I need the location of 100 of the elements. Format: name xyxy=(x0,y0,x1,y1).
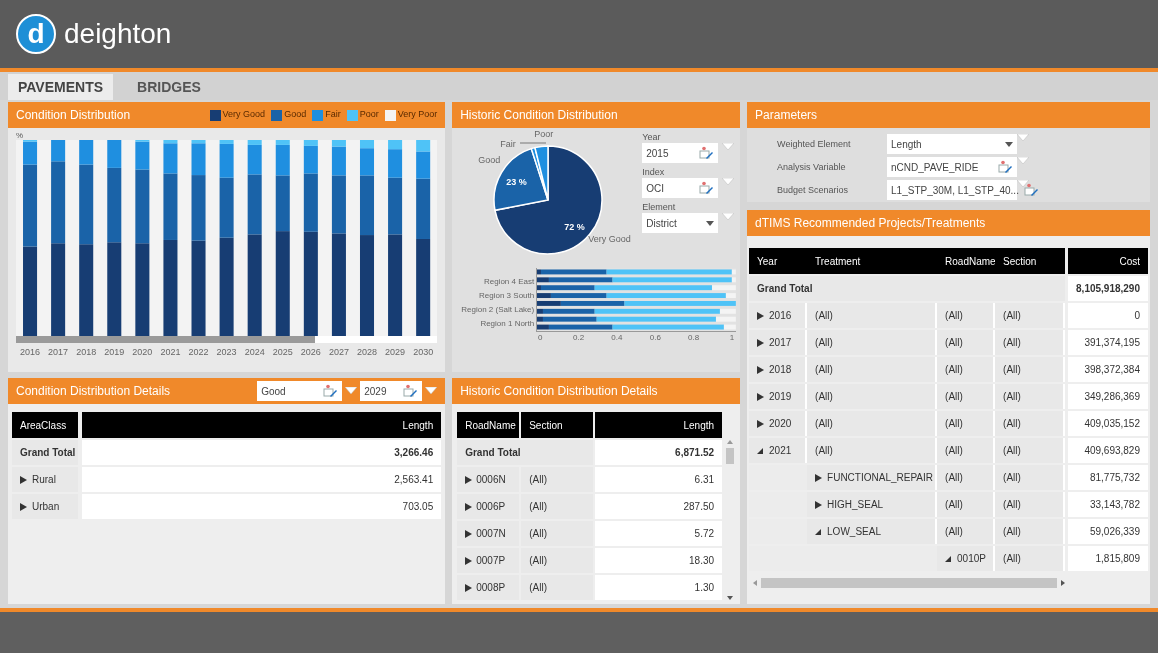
column-header[interactable]: RoadName xyxy=(457,412,520,438)
leader-line xyxy=(520,142,547,144)
filter-field[interactable]: 2029 xyxy=(360,381,423,401)
tab[interactable]: PAVEMENTS xyxy=(8,74,114,100)
expand-caret-icon[interactable] xyxy=(757,365,765,374)
table-cell: 81,775,732 xyxy=(1068,465,1148,490)
row-header[interactable]: Urban xyxy=(12,494,78,519)
edit-icon[interactable] xyxy=(698,146,715,160)
row-header[interactable]: 2018 xyxy=(749,357,808,382)
scroll-up-icon xyxy=(727,440,734,444)
legend-label: Very Poor xyxy=(397,108,438,122)
table-cell: (All) xyxy=(521,575,594,600)
edit-icon[interactable] xyxy=(997,160,1014,174)
expand-caret-icon[interactable] xyxy=(815,500,823,509)
expand-caret-icon[interactable] xyxy=(757,419,765,428)
axis-label: 2017 xyxy=(47,346,70,359)
edit-icon[interactable] xyxy=(698,181,715,195)
tab[interactable]: BRIDGES xyxy=(127,74,211,100)
table-cell: 703.05 xyxy=(82,494,442,519)
dropdown-arrow-icon[interactable] xyxy=(1017,180,1030,188)
scrollbar-thumb[interactable] xyxy=(761,578,1058,588)
logo: d xyxy=(16,14,56,54)
expand-caret-icon[interactable] xyxy=(757,311,765,320)
row-header[interactable]: 2019 xyxy=(749,384,808,409)
scroll-down-icon xyxy=(727,596,734,600)
table-cell: (All) xyxy=(807,411,938,436)
expand-caret-icon[interactable] xyxy=(20,475,27,484)
table-cell: 391,374,195 xyxy=(1068,330,1148,355)
expand-caret-icon[interactable] xyxy=(815,473,823,482)
row-header[interactable]: 2020 xyxy=(749,411,808,436)
expand-caret-icon[interactable] xyxy=(757,338,765,347)
row-header[interactable]: 0007N xyxy=(457,521,520,546)
dropdown-field[interactable]: Length xyxy=(887,134,1018,154)
row-header[interactable]: 0006P xyxy=(457,494,520,519)
axis-label: 2023 xyxy=(215,346,238,359)
row-header[interactable]: 0006N xyxy=(457,467,520,492)
row-header[interactable]: 2016 xyxy=(749,303,808,328)
dropdown-arrow-icon[interactable] xyxy=(425,387,438,395)
row-header[interactable]: 0008P xyxy=(457,575,520,600)
row-header[interactable]: 2021 xyxy=(749,438,808,463)
expand-caret-icon[interactable] xyxy=(465,475,473,484)
row-header: Grand Total xyxy=(749,276,1066,301)
table-cell: 409,693,829 xyxy=(1068,438,1148,463)
table-cell: (All) xyxy=(807,303,938,328)
vertical-scrollbar[interactable] xyxy=(725,440,736,600)
column-header[interactable]: Section xyxy=(521,412,594,438)
filter-field[interactable]: 2015 xyxy=(642,143,719,163)
table-cell: (All) xyxy=(937,411,996,436)
column-header[interactable]: Treatment xyxy=(807,248,938,274)
row-header[interactable]: 0010P xyxy=(937,546,996,571)
table-cell: 6,871.52 xyxy=(595,440,723,465)
row-header[interactable]: FUNCTIONAL_REPAIR xyxy=(807,465,938,490)
table-cell: (All) xyxy=(995,330,1066,355)
edit-icon[interactable] xyxy=(322,384,339,398)
expand-caret-icon[interactable] xyxy=(465,583,473,592)
table-cell: (All) xyxy=(521,494,594,519)
axis-tick-label: 0.8 xyxy=(687,332,701,344)
dropdown-field[interactable]: District xyxy=(642,213,719,233)
column-header[interactable]: RoadName xyxy=(937,248,996,274)
column-header[interactable]: Length xyxy=(82,412,442,438)
collapse-caret-icon[interactable] xyxy=(945,554,953,563)
collapse-caret-icon[interactable] xyxy=(815,527,823,536)
axis-unit: % xyxy=(16,132,25,140)
expand-caret-icon[interactable] xyxy=(465,556,473,565)
expand-caret-icon[interactable] xyxy=(465,529,473,538)
table-cell: (All) xyxy=(937,492,996,517)
table-cell: (All) xyxy=(521,548,594,573)
table-cell: (All) xyxy=(807,384,938,409)
table-cell: (All) xyxy=(937,330,996,355)
axis-label: 2030 xyxy=(412,346,435,359)
panel-title: Parameters xyxy=(755,107,818,124)
scrollbar-thumb[interactable] xyxy=(16,336,316,343)
field-label: Year xyxy=(642,132,662,143)
column-header[interactable]: Cost xyxy=(1068,248,1148,274)
table-cell: 6.31 xyxy=(595,467,723,492)
scrollbar-thumb[interactable] xyxy=(726,448,735,464)
table-cell: (All) xyxy=(995,546,1066,571)
column-header[interactable]: Year xyxy=(749,248,808,274)
filter-field[interactable]: OCI xyxy=(642,178,719,198)
row-header[interactable]: 2017 xyxy=(749,330,808,355)
column-header[interactable]: Length xyxy=(595,412,723,438)
filter-field[interactable]: nCND_PAVE_RIDE xyxy=(887,157,1018,177)
expand-caret-icon[interactable] xyxy=(757,392,765,401)
pie-label: Fair xyxy=(500,140,516,149)
edit-icon[interactable] xyxy=(402,384,419,398)
filter-field[interactable]: Good xyxy=(257,381,343,401)
row-header[interactable]: LOW_SEAL xyxy=(807,519,938,544)
column-header[interactable]: Section xyxy=(995,248,1066,274)
expand-caret-icon[interactable] xyxy=(20,502,27,511)
row-header[interactable]: HIGH_SEAL xyxy=(807,492,938,517)
dropdown-arrow-icon[interactable] xyxy=(345,387,358,395)
horizontal-scrollbar[interactable] xyxy=(16,336,438,343)
row-header[interactable]: 0007P xyxy=(457,548,520,573)
column-header[interactable]: AreaClass xyxy=(12,412,78,438)
row-header[interactable]: Rural xyxy=(12,467,78,492)
axis-label: 2020 xyxy=(131,346,154,359)
expand-caret-icon[interactable] xyxy=(465,502,473,511)
collapse-caret-icon[interactable] xyxy=(757,446,765,455)
edit-icon[interactable] xyxy=(1022,183,1039,197)
legend-label: Good xyxy=(284,108,307,122)
